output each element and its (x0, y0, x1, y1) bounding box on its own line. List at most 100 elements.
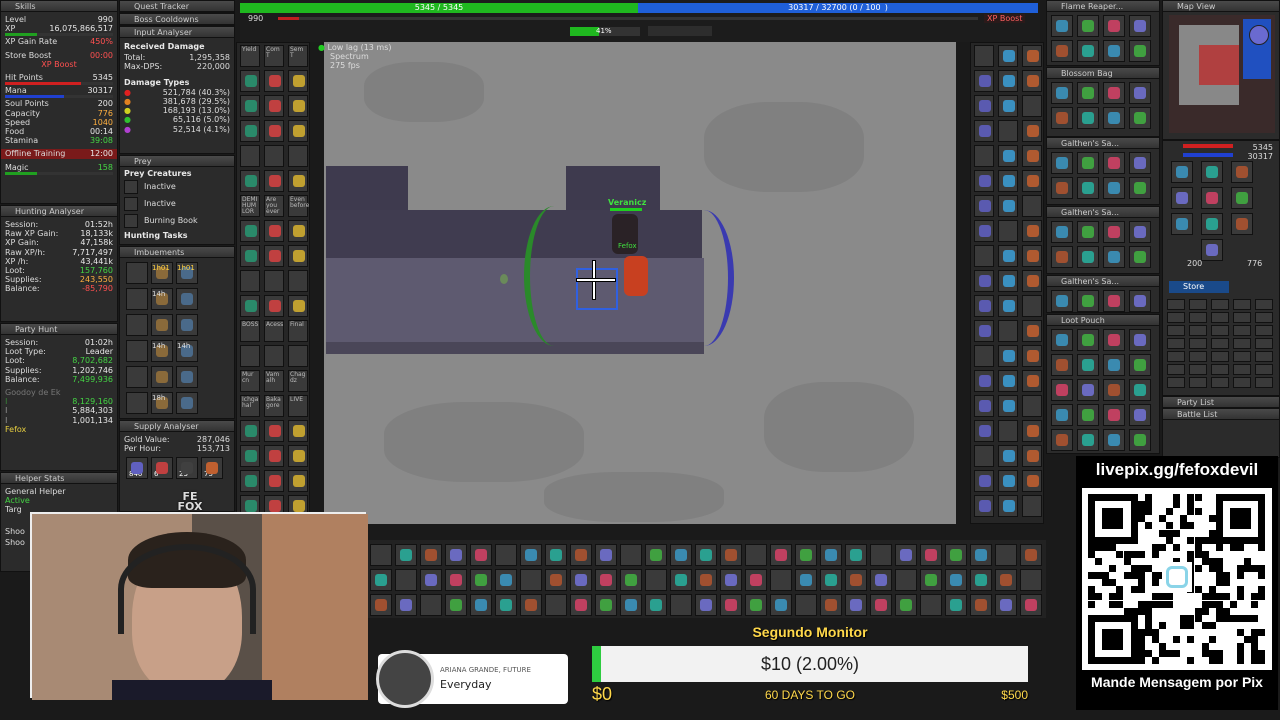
container-item[interactable] (1129, 82, 1151, 104)
action-slot[interactable] (820, 569, 842, 591)
container-item[interactable] (1077, 40, 1099, 62)
game-world[interactable]: Veranicz Fefox (324, 42, 956, 524)
container-item[interactable] (1103, 290, 1125, 312)
container-item[interactable] (1103, 82, 1125, 104)
equipment-slot[interactable] (1171, 213, 1193, 235)
quest-tracker-title[interactable]: Quest Tracker (120, 1, 234, 12)
control-button[interactable] (1211, 325, 1229, 336)
action-slot[interactable] (595, 569, 617, 591)
action-slot[interactable] (870, 569, 892, 591)
hotkey-slot[interactable] (288, 145, 308, 167)
hotkey-slot[interactable] (998, 420, 1018, 442)
hotkey-slot[interactable] (974, 320, 994, 342)
hotkey-slot[interactable] (974, 170, 994, 192)
hotkey-slot[interactable] (998, 495, 1018, 517)
hotkey-slot[interactable] (974, 145, 994, 167)
action-slot[interactable] (445, 544, 467, 566)
action-slot[interactable] (545, 569, 567, 591)
action-slot[interactable] (395, 569, 417, 591)
hotkey-slot[interactable] (288, 345, 308, 367)
container-item[interactable] (1129, 429, 1151, 451)
imbuement-slot[interactable] (126, 340, 148, 362)
control-button[interactable] (1233, 312, 1251, 323)
control-button[interactable] (1167, 364, 1185, 375)
action-slot[interactable] (920, 594, 942, 616)
action-slot[interactable] (445, 594, 467, 616)
action-slot[interactable] (870, 544, 892, 566)
boss-cooldowns-panel[interactable]: Boss Cooldowns (119, 13, 235, 26)
hotkey-slot[interactable] (974, 470, 994, 492)
imbuement-slot[interactable] (176, 366, 198, 388)
action-slot[interactable] (420, 569, 442, 591)
action-slot[interactable] (470, 569, 492, 591)
equipment-slot[interactable] (1201, 239, 1223, 261)
hotkey-slot[interactable] (974, 370, 994, 392)
container-item[interactable] (1103, 152, 1125, 174)
container-item[interactable] (1077, 221, 1099, 243)
equipment-slot[interactable] (1231, 187, 1253, 209)
action-slot[interactable] (595, 594, 617, 616)
hotkey-slot[interactable] (264, 120, 284, 142)
hotkey-slot[interactable] (998, 95, 1018, 117)
xp-boost-badge[interactable]: XP Boost (984, 14, 1026, 23)
action-slot[interactable] (945, 544, 967, 566)
hotkey-slot[interactable]: Chag dz (288, 370, 308, 392)
container-item[interactable] (1051, 429, 1073, 451)
imbuement-slot[interactable] (126, 288, 148, 310)
control-button[interactable] (1211, 351, 1229, 362)
hotkey-slot[interactable] (998, 170, 1018, 192)
control-button[interactable] (1233, 351, 1251, 362)
control-button[interactable] (1233, 299, 1251, 310)
container-item[interactable] (1103, 221, 1125, 243)
hotkey-slot[interactable] (264, 445, 284, 467)
action-slot[interactable] (645, 594, 667, 616)
hotkey-slot[interactable] (264, 245, 284, 267)
imbuement-slot[interactable] (126, 366, 148, 388)
container-item[interactable] (1129, 354, 1151, 376)
hotkey-slot[interactable] (240, 120, 260, 142)
action-slot[interactable] (895, 544, 917, 566)
action-slot[interactable] (495, 569, 517, 591)
hotkey-slot[interactable] (1022, 395, 1042, 417)
action-slot[interactable] (520, 569, 542, 591)
container-item[interactable] (1051, 40, 1073, 62)
hotkey-slot[interactable] (1022, 470, 1042, 492)
action-slot[interactable] (670, 544, 692, 566)
container-item[interactable] (1103, 246, 1125, 268)
hotkey-slot[interactable]: Final (288, 320, 308, 342)
action-slot[interactable] (470, 594, 492, 616)
hotkey-slot[interactable] (288, 120, 308, 142)
action-slot[interactable] (595, 544, 617, 566)
control-button[interactable] (1255, 351, 1273, 362)
hotkey-slot[interactable] (974, 295, 994, 317)
hotkey-slot[interactable] (240, 345, 260, 367)
container-item[interactable] (1129, 221, 1151, 243)
container-item[interactable] (1077, 15, 1099, 37)
equipment-slot[interactable] (1231, 161, 1253, 183)
hotkey-slot[interactable] (1022, 320, 1042, 342)
control-button[interactable] (1189, 377, 1207, 388)
container-item[interactable] (1051, 329, 1073, 351)
container-item[interactable] (1077, 404, 1099, 426)
control-button[interactable] (1167, 377, 1185, 388)
equipment-slot[interactable] (1201, 161, 1223, 183)
action-slot[interactable] (770, 594, 792, 616)
hotkey-slot[interactable] (974, 220, 994, 242)
hotkey-slot[interactable] (288, 245, 308, 267)
hotkey-slot[interactable] (974, 345, 994, 367)
hotkey-slot[interactable] (240, 70, 260, 92)
equipment-slot[interactable] (1171, 187, 1193, 209)
control-button[interactable] (1255, 312, 1273, 323)
container-item[interactable] (1103, 429, 1125, 451)
hotkey-slot[interactable] (974, 95, 994, 117)
control-button[interactable] (1189, 299, 1207, 310)
hotkey-slot[interactable] (974, 420, 994, 442)
container-item[interactable] (1129, 177, 1151, 199)
hotkey-slot[interactable] (1022, 420, 1042, 442)
battle-list-title[interactable]: Battle List (1163, 409, 1279, 420)
hotkey-slot[interactable]: Com T (264, 45, 284, 67)
action-slot[interactable] (670, 569, 692, 591)
hotkey-slot[interactable] (288, 445, 308, 467)
action-slot[interactable] (420, 544, 442, 566)
imbuement-slot[interactable] (126, 262, 148, 284)
